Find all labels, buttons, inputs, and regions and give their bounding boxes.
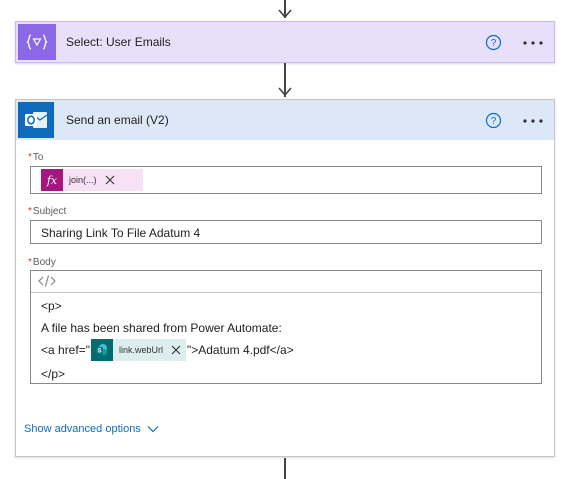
code-view-icon[interactable] (37, 274, 57, 291)
body-field-label: *Body (28, 257, 56, 268)
svg-text:?: ? (491, 116, 497, 127)
body-editor[interactable]: <p> A file has been shared from Power Au… (30, 270, 542, 384)
show-advanced-options-label: Show advanced options (24, 423, 141, 435)
svg-text:?: ? (491, 38, 497, 49)
help-icon[interactable]: ? (485, 112, 502, 129)
chevron-down-icon (147, 426, 159, 433)
arrow-down-icon (278, 87, 292, 97)
required-marker: * (28, 206, 32, 217)
close-icon[interactable] (169, 343, 183, 357)
arrow-down-icon (278, 9, 292, 19)
select-user-emails-card[interactable]: Select: User Emails ? (15, 21, 555, 63)
more-options-icon[interactable] (522, 112, 544, 129)
send-email-card-title: Send an email (V2) (66, 113, 169, 127)
svg-text:S: S (97, 349, 101, 355)
fx-icon: fx (41, 169, 63, 191)
link-weburl-token[interactable]: S link.webUrl (90, 339, 186, 361)
to-field-label: *To (28, 152, 43, 163)
subject-label-text: Subject (32, 206, 67, 217)
body-line-4: </p> (41, 367, 66, 381)
data-operation-icon (18, 24, 56, 60)
subject-value: Sharing Link To File Adatum 4 (41, 226, 201, 240)
body-line-3-suffix: ">Adatum 4.pdf</a> (186, 343, 294, 357)
subject-input[interactable]: Sharing Link To File Adatum 4 (30, 220, 542, 244)
body-editor-toolbar (31, 271, 541, 293)
sharepoint-icon: S (90, 339, 113, 361)
send-email-card: Send an email (V2) ? *To fx join(...) *S… (15, 99, 555, 457)
select-card-title: Select: User Emails (66, 35, 171, 49)
join-token-label: join(...) (69, 175, 97, 185)
show-advanced-options-link[interactable]: Show advanced options (24, 423, 159, 435)
outlook-icon (18, 102, 54, 138)
required-marker: * (28, 257, 32, 268)
join-expression-token[interactable]: fx join(...) (41, 169, 143, 191)
help-icon[interactable]: ? (485, 34, 502, 51)
send-email-card-header[interactable]: Send an email (V2) ? (16, 100, 554, 140)
body-line-3-prefix: <a href=" (41, 343, 90, 357)
required-marker: * (28, 152, 32, 163)
link-weburl-label: link.webUrl (118, 345, 163, 355)
more-options-icon[interactable] (522, 34, 544, 51)
close-icon[interactable] (103, 173, 117, 187)
body-line-1: <p> (41, 299, 62, 313)
subject-field-label: *Subject (28, 206, 66, 217)
body-line-2: A file has been shared from Power Automa… (41, 321, 282, 335)
body-label-text: Body (32, 257, 56, 268)
body-line-3: <a href=" S link.webUrl ">Adatum 4.pdf</… (41, 339, 294, 361)
to-label-text: To (32, 152, 44, 163)
to-field[interactable]: fx join(...) (30, 166, 542, 194)
connector-bottom (284, 458, 286, 479)
